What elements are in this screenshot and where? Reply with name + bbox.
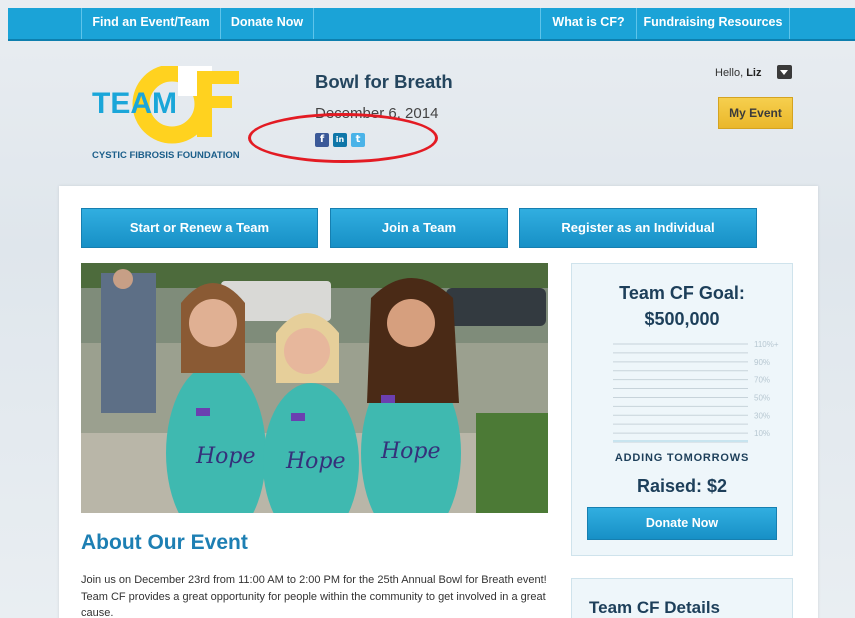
nav-what-is-cf[interactable]: What is CF?: [540, 8, 636, 39]
nav-divider: [313, 8, 314, 39]
logo-graphic: TEAM CYSTIC FIBROSIS FOUNDATION CF: [90, 64, 240, 161]
details-title: Team CF Details: [589, 598, 721, 617]
scale-label: 30%: [754, 411, 770, 420]
team-cf-logo[interactable]: TEAM CYSTIC FIBROSIS FOUNDATION CF: [90, 64, 250, 162]
shirt-text-left: Hope: [195, 444, 256, 469]
logo-tagline: CYSTIC FIBROSIS FOUNDATION: [92, 150, 240, 161]
goal-amount: $500,000: [644, 309, 720, 329]
join-team-button[interactable]: Join a Team: [330, 208, 508, 248]
my-event-button[interactable]: My Event: [718, 97, 793, 129]
event-photo: Hope Hope Hope: [81, 263, 548, 513]
user-greeting: Hello, Liz: [715, 67, 761, 79]
donate-now-button[interactable]: Donate Now: [587, 507, 777, 540]
about-text: Join us on December 23rd from 11:00 AM t…: [81, 574, 547, 618]
progress-fill: [613, 440, 748, 442]
shirt-text-center: Hope: [285, 449, 346, 474]
nav-donate-now[interactable]: Donate Now: [220, 8, 313, 39]
nav-fundraising-resources[interactable]: Fundraising Resources: [636, 8, 790, 39]
goal-title: Team CF Goal:: [619, 283, 745, 303]
goal-tagline: ADDING TOMORROWS: [614, 452, 750, 464]
highlight-circle: [248, 113, 438, 163]
progress-thermometer: 110%+ 90% 70% 50% 30% 10%: [613, 338, 793, 448]
scale-label: 50%: [754, 393, 770, 402]
logo-team-text: TEAM: [92, 87, 177, 120]
shirt-text-right: Hope: [380, 439, 441, 464]
event-title: Bowl for Breath: [315, 71, 453, 92]
raised-amount: Raised: $2: [636, 476, 728, 496]
scale-label: 90%: [754, 358, 770, 367]
top-nav: Find an Event/Team Donate Now What is CF…: [8, 8, 855, 41]
scale-label: 70%: [754, 376, 770, 385]
scale-label: 10%: [754, 429, 770, 438]
user-menu-chevron-down-icon[interactable]: [777, 65, 792, 79]
nav-find-event[interactable]: Find an Event/Team: [81, 8, 220, 39]
register-individual-button[interactable]: Register as an Individual: [519, 208, 757, 248]
logo-cf-text: CF: [90, 66, 92, 67]
scale-label: 110%+: [754, 340, 779, 349]
hello-prefix: Hello,: [715, 67, 744, 79]
start-renew-team-button[interactable]: Start or Renew a Team: [81, 208, 318, 248]
user-name: Liz: [746, 67, 762, 79]
about-title: About Our Event: [81, 531, 248, 554]
